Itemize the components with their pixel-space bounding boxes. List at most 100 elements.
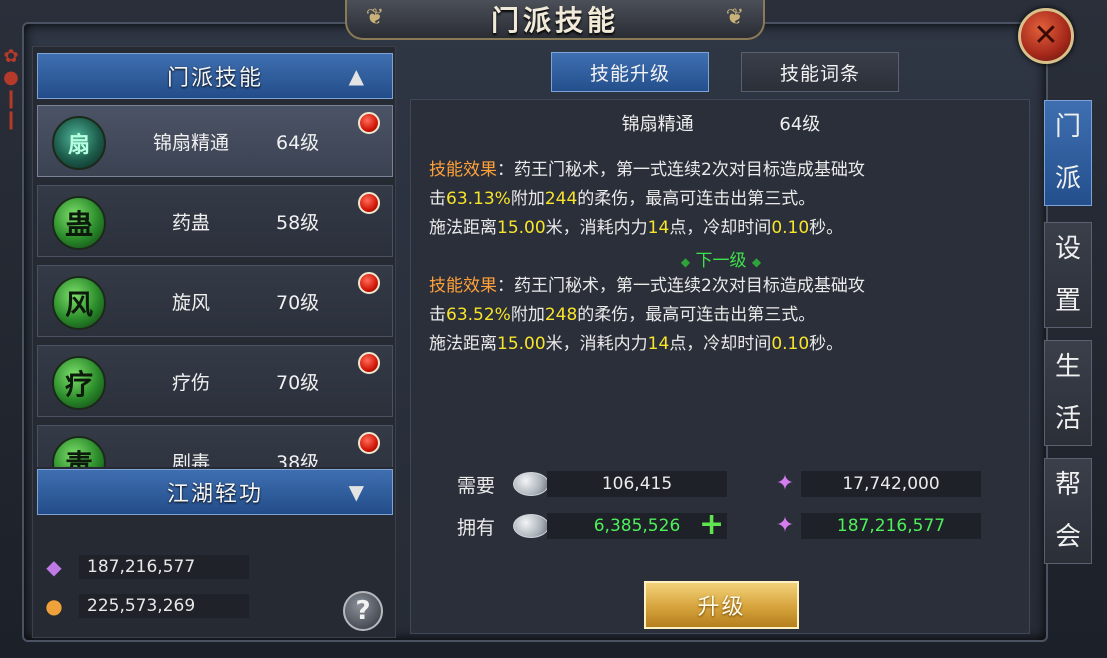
gold-ingot-icon: ● xyxy=(45,594,63,618)
skill-level: 70级 xyxy=(276,372,320,394)
mp-value: 14 xyxy=(647,218,670,238)
next-level-divider: ◆ 下一级 ◆ xyxy=(411,246,1031,271)
tab-skill-entries[interactable]: 技能词条 xyxy=(741,52,899,92)
effect-text: 米，消耗内力 xyxy=(545,218,648,238)
need-label: 需要 xyxy=(457,475,496,497)
skill-list-clip: 毒 剧毒 38级 xyxy=(37,421,393,467)
effect-label: 技能效果 xyxy=(429,160,497,180)
effect-text: 击 xyxy=(429,305,446,325)
diamond-icon: ◆ xyxy=(680,255,691,269)
effect-text: 秒。 xyxy=(809,218,844,238)
skill-poison-icon: 毒 xyxy=(52,436,106,467)
have-label: 拥有 xyxy=(457,517,496,539)
notification-dot-icon xyxy=(358,272,380,294)
skill-name: 疗伤 xyxy=(171,372,210,394)
detail-header: 锦扇精通 64级 xyxy=(411,110,1031,136)
skill-heal-icon: 疗 xyxy=(52,356,106,410)
skill-item[interactable]: 扇 锦扇精通 64级 xyxy=(37,105,393,177)
side-tab-char: 设 xyxy=(1054,234,1081,264)
resource-row: ● 225,573,269 xyxy=(39,593,249,619)
effect-text: 施法距离 xyxy=(429,218,497,238)
window-title: 门派技能 xyxy=(490,4,619,37)
effect-text: 附加 xyxy=(510,305,545,325)
side-tab-settings[interactable]: 设 置 xyxy=(1044,222,1092,328)
gem-pile-icon: ✦ xyxy=(775,471,795,496)
effect-text: ：药王门秘术，第一式连续2次对目标造成基础攻 xyxy=(497,160,865,180)
tassel-decoration: ✿ ● ❙ ❙ xyxy=(3,46,19,130)
side-tab-char: 生 xyxy=(1054,352,1081,382)
effect-text: 的柔伤，最高可连击出第三式。 xyxy=(577,305,816,325)
cooldown-value: 0.10 xyxy=(771,218,810,238)
tab-skill-upgrade[interactable]: 技能升级 xyxy=(551,52,709,92)
skill-level: 70级 xyxy=(276,292,320,314)
skill-name: 锦扇精通 xyxy=(152,132,229,154)
effect-text: 米，消耗内力 xyxy=(545,334,648,354)
skill-level: 38级 xyxy=(276,452,320,467)
upgrade-button[interactable]: 升级 xyxy=(644,581,799,629)
effect-text: 的柔伤，最高可连击出第三式。 xyxy=(577,189,816,209)
side-tab-char: 会 xyxy=(1054,522,1081,552)
skill-level: 64级 xyxy=(276,132,320,154)
skill-list-panel: 门派技能 ▲ 扇 锦扇精通 64级 蛊 药蛊 58级 风 旋风 70级 疗 疗伤… xyxy=(32,46,396,638)
skill-item[interactable]: 风 旋风 70级 xyxy=(37,265,393,337)
range-value: 15.00 xyxy=(497,218,546,238)
close-icon: ✕ xyxy=(1033,18,1059,53)
resource-row: ◆ 187,216,577 xyxy=(39,554,249,580)
effect-text: ：药王门秘术，第一式连续2次对目标造成基础攻 xyxy=(497,276,865,296)
skill-item[interactable]: 蛊 药蛊 58级 xyxy=(37,185,393,257)
next-effect: 技能效果：药王门秘术，第一式连续2次对目标造成基础攻 击63.52%附加248的… xyxy=(429,272,1019,359)
notification-dot-icon xyxy=(358,432,380,454)
effect-text: 点，冷却时间 xyxy=(669,334,772,354)
effect-text: 秒。 xyxy=(809,334,844,354)
gem-pile-icon: ✦ xyxy=(775,513,795,538)
section-label: 江湖轻功 xyxy=(166,482,263,507)
title-banner: ❦ 门派技能 ❦ xyxy=(345,0,765,40)
effect-text: 施法距离 xyxy=(429,334,497,354)
skill-item[interactable]: 毒 剧毒 38级 xyxy=(37,425,393,467)
chevron-down-icon: ▼ xyxy=(348,480,364,504)
detail-skill-name: 锦扇精通 xyxy=(621,114,694,135)
next-level-label: 下一级 xyxy=(695,251,747,271)
need-gem-value: 17,742,000 xyxy=(801,471,981,497)
skill-detail-panel: 锦扇精通 64级 技能效果：药王门秘术，第一式连续2次对目标造成基础攻 击63.… xyxy=(410,99,1030,634)
detail-skill-level: 64级 xyxy=(779,114,821,135)
skill-item[interactable]: 疗 疗伤 70级 xyxy=(37,345,393,417)
range-value: 15.00 xyxy=(497,334,546,354)
section-label: 门派技能 xyxy=(166,66,263,91)
gem-icon: ◆ xyxy=(46,555,62,579)
side-tab-sect[interactable]: 门 派 xyxy=(1044,100,1092,206)
effect-text: 点，冷却时间 xyxy=(669,218,772,238)
ornament-icon: ❦ xyxy=(365,5,385,30)
notification-dot-icon xyxy=(358,112,380,134)
side-tab-guild[interactable]: 帮 会 xyxy=(1044,458,1092,564)
resource-value: 187,216,577 xyxy=(79,555,249,579)
cooldown-value: 0.10 xyxy=(771,334,810,354)
chevron-up-icon: ▲ xyxy=(348,64,364,88)
damage-value: 248 xyxy=(544,305,578,325)
notification-dot-icon xyxy=(358,192,380,214)
help-button[interactable]: ? xyxy=(343,591,383,631)
damage-value: 244 xyxy=(544,189,578,209)
effect-label: 技能效果 xyxy=(429,276,497,296)
skill-gu-icon: 蛊 xyxy=(52,196,106,250)
silver-coin-icon xyxy=(513,472,549,496)
close-button[interactable]: ✕ xyxy=(1018,8,1074,64)
need-silver-value: 106,415 xyxy=(547,471,727,497)
ornament-icon: ❦ xyxy=(725,5,745,30)
skill-name: 剧毒 xyxy=(171,452,210,467)
side-tab-char: 门 xyxy=(1054,112,1081,142)
section-header-light-skills[interactable]: 江湖轻功 ▼ xyxy=(37,469,393,515)
effect-text: 击 xyxy=(429,189,446,209)
resource-value: 225,573,269 xyxy=(79,594,249,618)
side-tab-life[interactable]: 生 活 xyxy=(1044,340,1092,446)
add-silver-button[interactable]: + xyxy=(699,510,724,540)
skill-wind-icon: 风 xyxy=(52,276,106,330)
skill-fan-icon: 扇 xyxy=(52,116,106,170)
mp-value: 14 xyxy=(647,334,670,354)
side-tab-char: 派 xyxy=(1054,164,1081,194)
section-header-sect-skills[interactable]: 门派技能 ▲ xyxy=(37,53,393,99)
current-effect: 技能效果：药王门秘术，第一式连续2次对目标造成基础攻 击63.13%附加244的… xyxy=(429,156,1019,243)
side-tab-char: 置 xyxy=(1054,286,1081,316)
skill-name: 旋风 xyxy=(171,292,210,314)
skill-level: 58级 xyxy=(276,212,320,234)
